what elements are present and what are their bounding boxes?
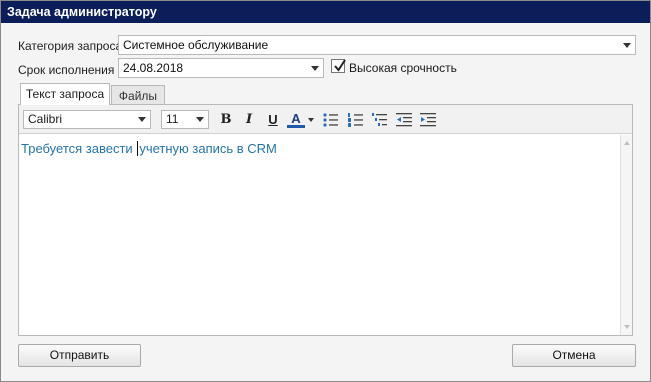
bullet-list-icon[interactable] — [322, 112, 340, 128]
italic-button[interactable]: I — [240, 111, 258, 129]
scroll-down-icon[interactable] — [624, 325, 630, 329]
editor-text-before-caret: Требуется завести — [21, 141, 137, 156]
send-button[interactable]: Отправить — [18, 344, 141, 367]
tab-request-text[interactable]: Текст запроса — [20, 83, 110, 105]
font-color-button[interactable]: A — [287, 111, 305, 128]
bold-button[interactable]: B — [217, 111, 235, 129]
deadline-date-picker[interactable]: 24.08.2018 — [118, 58, 324, 78]
editor-panel: Calibri 11 B I U A Требуется завести уче… — [18, 104, 633, 336]
deadline-value: 24.08.2018 — [123, 61, 184, 75]
request-text-editor[interactable]: Требуется завести учетную запись в CRM — [19, 135, 620, 335]
underline-button[interactable]: U — [264, 111, 282, 129]
urgent-checkbox[interactable] — [331, 59, 346, 73]
increase-indent-icon[interactable] — [419, 112, 437, 128]
category-label: Категория запроса — [18, 39, 123, 53]
chevron-down-icon — [623, 43, 631, 48]
window-title: Задача администратору — [1, 1, 650, 23]
font-color-dropdown-icon[interactable] — [308, 118, 314, 122]
checkmark-icon — [334, 59, 346, 72]
chevron-down-icon — [311, 66, 319, 71]
tab-files[interactable]: Файлы — [111, 85, 165, 104]
category-select[interactable]: Системное обслуживание — [118, 35, 636, 55]
font-size-select[interactable]: 11 — [161, 110, 209, 129]
urgent-label[interactable]: Высокая срочность — [349, 61, 457, 75]
deadline-label: Срок исполнения — [18, 63, 115, 77]
font-family-select[interactable]: Calibri — [23, 110, 151, 129]
multilevel-list-icon[interactable] — [371, 112, 389, 128]
cancel-button[interactable]: Отмена — [512, 344, 636, 367]
category-value: Системное обслуживание — [123, 38, 269, 52]
chevron-down-icon — [138, 117, 146, 122]
font-size-value: 11 — [166, 112, 179, 126]
decrease-indent-icon[interactable] — [395, 112, 413, 128]
numbered-list-icon[interactable] — [347, 112, 365, 128]
chevron-down-icon — [196, 117, 204, 122]
editor-text-after-caret: учетную запись в CRM — [139, 141, 277, 156]
format-toolbar: Calibri 11 B I U A — [19, 105, 632, 134]
dialog-window: Задача администратору Категория запроса … — [0, 0, 651, 382]
font-family-value: Calibri — [28, 112, 63, 126]
editor-vertical-scrollbar[interactable] — [620, 135, 632, 335]
scroll-up-icon[interactable] — [624, 141, 630, 145]
